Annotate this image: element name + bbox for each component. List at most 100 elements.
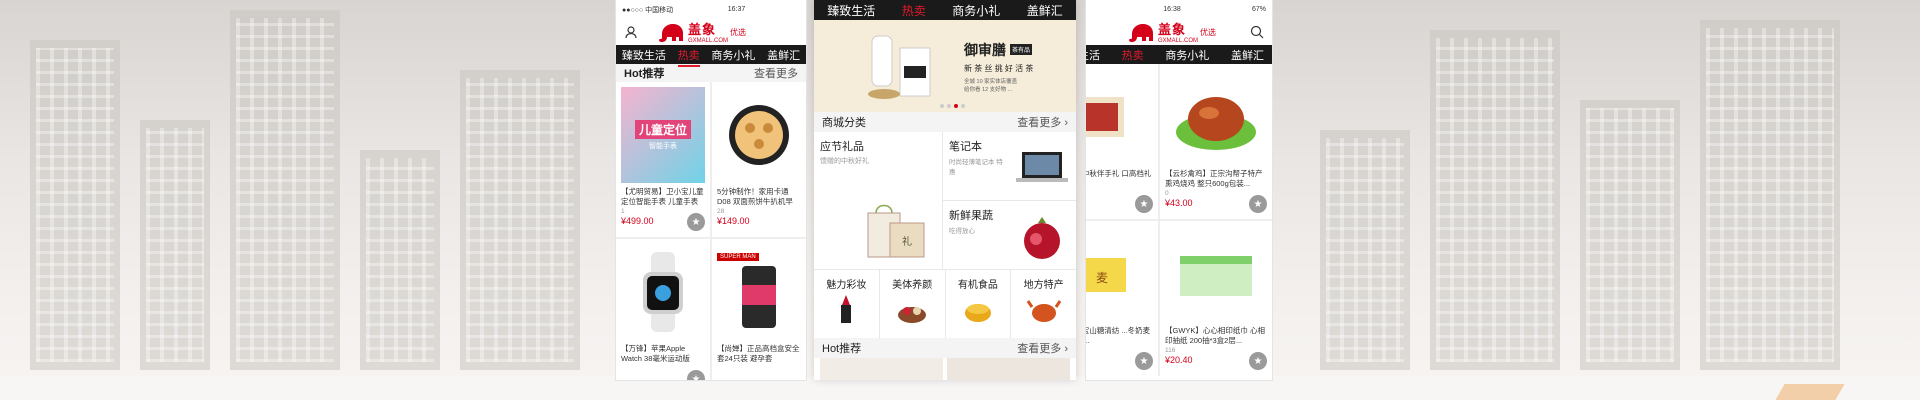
favorite-star-icon[interactable]: ★: [1135, 352, 1153, 370]
category-organic[interactable]: 有机食品: [945, 270, 1011, 338]
banner-desc: 全城 10 家实体店覆盖 给你看 12 支好物 ...: [964, 78, 1018, 93]
subcategory-row: 魅力彩妆 美体养颜 有机食品 地方特产: [814, 269, 1076, 338]
favorite-star-icon[interactable]: ★: [1249, 352, 1267, 370]
hot-preview-item[interactable]: [820, 358, 943, 380]
product-title: 5分钟制作！家用卡通 D08 双面煎饼牛扒机早: [717, 187, 793, 206]
product-badge: 儿童定位: [634, 119, 691, 139]
banner-brand: 御审膳: [964, 41, 1006, 58]
product-title: ...酥大花 中秋伴手礼 口高档礼盒装 月...: [1086, 169, 1152, 178]
tab-hot[interactable]: 热卖: [901, 0, 926, 23]
status-bar: ●●○○○ 中国移动 16:37: [616, 0, 806, 19]
category-cosmetics[interactable]: 魅力彩妆: [814, 270, 879, 338]
waffle-maker-image: [729, 105, 789, 165]
hot-section-header: Hot推荐 查看更多 ›: [814, 338, 1076, 358]
product-card[interactable]: 5分钟制作！家用卡通 D08 双面煎饼牛扒机早 28 ¥149.00: [712, 82, 806, 237]
tab-lifestyle[interactable]: 臻致生活: [827, 0, 875, 21]
promo-banner[interactable]: 御审膳 茶有品 新 茶 丝 挑 好 活 茶 全城 10 家实体店覆盖 给你看 1…: [814, 20, 1076, 112]
user-icon[interactable]: [624, 25, 638, 39]
product-card[interactable]: 儿童定位 智能手表 【尤明贸易】卫小宝儿童定位智能手表 儿童手表 兒童 1 ¥4…: [616, 82, 710, 237]
category-laptop[interactable]: 笔记本 时尚轻薄笔记本 特惠: [943, 132, 1076, 200]
product-image: 麦: [1086, 226, 1153, 322]
favorite-star-icon[interactable]: ★: [1135, 195, 1153, 213]
product-title: 【尤明贸易】卫小宝儿童定位智能手表 儿童手表 兒童: [621, 187, 704, 206]
banner-pager[interactable]: [940, 104, 965, 108]
category-desc: 馈赠的中秋好礼: [820, 158, 869, 165]
product-card[interactable]: 麦 ...盒装 凤宝山糖清纺 ...冬奶麦茶 姜麦珠... ★: [1086, 221, 1158, 376]
status-time: 16:37: [727, 6, 746, 13]
banner-tag: 茶有品: [1010, 44, 1033, 55]
category-beauty[interactable]: 美体养颜: [879, 270, 945, 338]
crab-image: [1026, 300, 1061, 322]
tab-business-gifts[interactable]: 商务小礼: [952, 0, 1000, 21]
category-fruit[interactable]: 新鲜果蔬 吃得放心: [943, 201, 1076, 269]
product-price: ¥149.00: [717, 216, 750, 226]
mooncake-box-image: [1086, 97, 1124, 137]
status-bar: 16:38 67%: [1086, 0, 1272, 19]
status-time: 16:38: [1163, 6, 1181, 13]
product-image: [1086, 69, 1153, 165]
hot-title: Hot推荐: [624, 68, 665, 80]
tab-fresh[interactable]: 盖鲜汇: [1027, 0, 1063, 21]
product-grid: 儿童定位 智能手表 【尤明贸易】卫小宝儿童定位智能手表 儿童手表 兒童 1 ¥4…: [616, 82, 806, 380]
brand-logo: 盖象 GXMALL.COM 优选: [1128, 19, 1216, 45]
category-name: 魅力彩妆: [826, 280, 867, 291]
lipstick-image: [841, 295, 852, 323]
hot-preview-item[interactable]: [947, 358, 1070, 380]
laptop-image: [1016, 152, 1068, 182]
gift-bag-image: 礼: [867, 204, 925, 258]
smartwatch-image: [643, 252, 683, 332]
brand-sub: 优选: [1200, 27, 1217, 37]
elephant-logo-icon: [1129, 24, 1153, 42]
svg-text:礼: 礼: [902, 235, 912, 248]
tab-business-gifts[interactable]: 商务小礼: [711, 45, 755, 65]
battery-text: 67%: [1251, 6, 1266, 13]
product-title: 【万锋】苹果Apple Watch 38毫米运动版 iWatch苹果...: [621, 344, 690, 363]
center-phone-screen: 臻致生活 热卖 商务小礼 盖鲜汇 御审膳 茶有品 新 茶 丝 挑 好 活 茶 全…: [814, 0, 1076, 380]
favorite-star-icon[interactable]: ★: [1249, 195, 1267, 213]
product-title: 【GWYK】心心相印纸巾 心相印抽纸 200抽*3盒2层...: [1165, 326, 1266, 345]
brand-name: 盖象: [688, 22, 717, 37]
product-can-image: [742, 266, 776, 328]
product-card[interactable]: SUPER MAN 【尚婵】正品高档盒安全套24只装 避孕套: [712, 239, 806, 380]
header-bar: 盖象 GXMALL.COM 优选: [1086, 19, 1272, 45]
tab-fresh[interactable]: 盖鲜汇: [1231, 45, 1264, 65]
category-more-link[interactable]: 查看更多 ›: [1017, 114, 1068, 130]
product-image: [717, 87, 801, 183]
tab-fresh[interactable]: 盖鲜汇: [767, 45, 800, 65]
grain-bowl-image: [964, 304, 991, 322]
hot-more-link[interactable]: 查看更多: [754, 65, 798, 81]
hot-section-header: Hot推荐 查看更多: [616, 64, 806, 82]
product-card[interactable]: 【万锋】苹果Apple Watch 38毫米运动版 iWatch苹果... ★: [616, 239, 710, 380]
roast-chicken-image: [1176, 97, 1256, 150]
tab-lifestyle[interactable]: 臻致生活: [622, 45, 666, 65]
product-image: [1165, 69, 1267, 165]
category-name: 有机食品: [957, 280, 998, 291]
product-image: SUPER MAN: [717, 244, 801, 340]
category-gifts[interactable]: 应节礼品 馈赠的中秋好礼 礼: [814, 132, 942, 269]
product-card[interactable]: 【GWYK】心心相印纸巾 心相印抽纸 200抽*3盒2层... 116 ¥20.…: [1160, 221, 1272, 376]
category-desc: 时尚轻薄笔记本 特惠: [949, 159, 1003, 176]
hot-more-label: 查看更多: [1017, 343, 1062, 355]
product-card[interactable]: ...酥大花 中秋伴手礼 口高档礼盒装 月... 28 ★: [1086, 64, 1158, 219]
tab-hot[interactable]: 热卖: [1121, 45, 1144, 67]
brand-name: 盖象: [1158, 22, 1187, 37]
tab-bar: 臻致生活 热卖 商务小礼 盖鲜汇: [814, 0, 1076, 23]
product-grid: ...酥大花 中秋伴手礼 口高档礼盒装 月... 28 ★ 【云杉禽鸡】正宗沟帮…: [1086, 64, 1272, 376]
tab-business-gifts[interactable]: 商务小礼: [1165, 45, 1209, 65]
category-local[interactable]: 地方特产: [1011, 270, 1076, 338]
category-section-header: 商城分类 查看更多 ›: [814, 112, 1076, 132]
carrier-text: ●●○○○ 中国移动: [622, 6, 674, 14]
favorite-star-icon[interactable]: ★: [687, 370, 705, 380]
product-image: 儿童定位 智能手表: [621, 87, 705, 183]
favorite-star-icon[interactable]: ★: [687, 213, 705, 231]
elephant-logo-icon: [659, 24, 683, 42]
tab-lifestyle[interactable]: 臻致生活: [1086, 45, 1100, 65]
product-card[interactable]: 【云杉禽鸡】正宗沟帮子特产熏鸡烧鸡 整只600g包装... 0 ¥43.00 ★: [1160, 64, 1272, 219]
search-icon[interactable]: [1250, 25, 1264, 39]
tea-box-image: 麦: [1086, 258, 1126, 292]
tab-hot[interactable]: 热卖: [677, 45, 700, 67]
hot-more-link[interactable]: 查看更多 ›: [1017, 340, 1068, 356]
category-name: 地方特产: [1023, 280, 1064, 291]
header-bar: 盖象 GXMALL.COM 优选: [616, 19, 806, 45]
category-more-label: 查看更多: [1017, 117, 1062, 129]
